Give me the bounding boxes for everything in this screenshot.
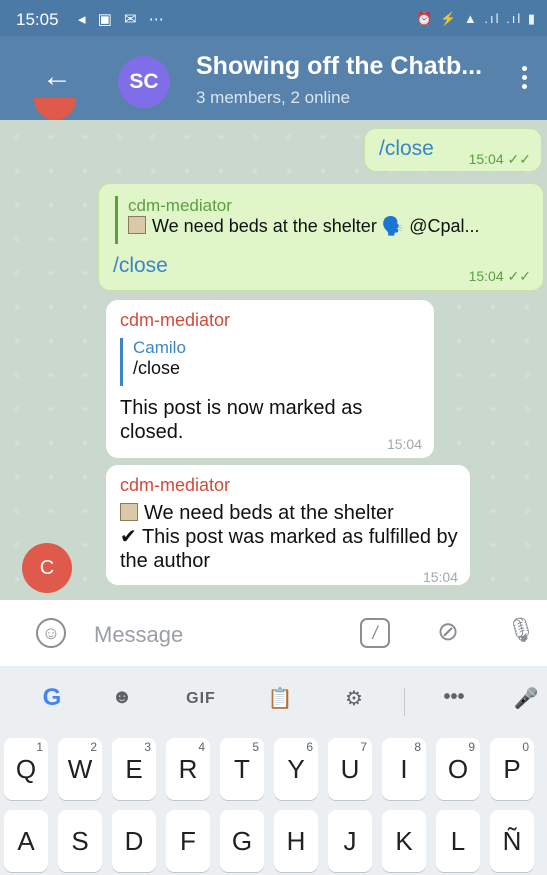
- gear-icon[interactable]: ⚙: [338, 686, 370, 718]
- key-n-tilde[interactable]: Ñ: [490, 810, 534, 872]
- message-text[interactable]: /close: [113, 254, 168, 278]
- outgoing-reply-message[interactable]: cdm-mediator We need beds at the shelter…: [98, 183, 544, 291]
- message-sender[interactable]: cdm-mediator: [120, 310, 230, 331]
- reply-sender: cdm-mediator: [128, 196, 232, 215]
- emoji-icon: ☺: [41, 623, 61, 643]
- chat-title[interactable]: Showing off the Chatb...: [196, 52, 482, 81]
- back-button[interactable]: ←: [42, 62, 78, 98]
- message-text: We need beds at the shelter ✔ This post …: [120, 502, 458, 572]
- status-notification-icons: ◂ ▣ ✉ ⋯: [78, 11, 168, 28]
- status-bar: 15:05 ◂ ▣ ✉ ⋯ ⏰ ⚡ ▲ .ıl .ıl ▮: [0, 0, 547, 36]
- key-u[interactable]: U7: [328, 738, 372, 800]
- message-time: 15:04 ✓✓: [468, 268, 531, 284]
- key-i[interactable]: I8: [382, 738, 426, 800]
- arrow-left-icon: ←: [42, 60, 72, 93]
- key-h[interactable]: H: [274, 810, 318, 872]
- key-w[interactable]: W2: [58, 738, 102, 800]
- slash-command-icon: /: [372, 623, 378, 643]
- attach-button[interactable]: ⊘: [432, 616, 464, 650]
- key-y[interactable]: Y6: [274, 738, 318, 800]
- message-input[interactable]: [94, 618, 344, 652]
- paperclip-icon: ⊘: [437, 616, 459, 646]
- screen: 15:05 ◂ ▣ ✉ ⋯ ⏰ ⚡ ▲ .ıl .ıl ▮ ← SC Showi…: [0, 0, 547, 875]
- key-p[interactable]: P0: [490, 738, 534, 800]
- clipboard-icon[interactable]: 📋: [264, 686, 296, 718]
- notebook-icon: [120, 503, 138, 521]
- ellipsis-icon[interactable]: •••: [438, 686, 470, 718]
- key-e[interactable]: E3: [112, 738, 156, 800]
- message-time: 15:04 ✓✓: [468, 151, 531, 167]
- keyboard-toolbar: G ☻ GIF 📋 ⚙ ••• 🎤: [0, 666, 547, 736]
- mic-icon: 🎙: [506, 617, 537, 644]
- double-check-icon: ✓✓: [507, 151, 531, 167]
- message-time: 15:04: [386, 436, 422, 452]
- key-l[interactable]: L: [436, 810, 480, 872]
- key-d[interactable]: D: [112, 810, 156, 872]
- on-screen-keyboard: G ☻ GIF 📋 ⚙ ••• 🎤 Q1 W2 E3 R4 T5 Y6 U7 I…: [0, 666, 547, 875]
- reply-text: /close: [133, 358, 181, 378]
- incoming-message[interactable]: cdm-mediator We need beds at the shelter…: [106, 465, 470, 585]
- message-text: This post is now marked as closed.: [120, 397, 363, 443]
- key-o[interactable]: O9: [436, 738, 480, 800]
- google-icon[interactable]: G: [36, 684, 68, 716]
- emoji-button[interactable]: ☺: [36, 618, 66, 648]
- message-time: 15:04: [422, 569, 458, 585]
- key-g[interactable]: G: [220, 810, 264, 872]
- keyboard-mic-icon[interactable]: 🎤: [510, 686, 542, 718]
- outgoing-message[interactable]: /close 15:04 ✓✓: [364, 128, 542, 172]
- key-r[interactable]: R4: [166, 738, 210, 800]
- key-a[interactable]: A: [4, 810, 48, 872]
- more-vert-icon: [517, 66, 531, 89]
- notebook-icon: [128, 216, 146, 234]
- toolbar-divider: [404, 688, 405, 716]
- reply-quote[interactable]: cdm-mediator We need beds at the shelter…: [115, 196, 535, 244]
- key-s[interactable]: S: [58, 810, 102, 872]
- double-check-icon: ✓✓: [507, 268, 531, 284]
- chat-header: ← SC Showing off the Chatb... 3 members,…: [0, 36, 547, 120]
- message-sender[interactable]: cdm-mediator: [120, 475, 230, 496]
- composer-bar: ☺ / ⊘ 🎙: [0, 600, 547, 666]
- key-k[interactable]: K: [382, 810, 426, 872]
- sticker-icon[interactable]: ☻: [106, 686, 138, 718]
- reply-text: We need beds at the shelter 🗣️ @Cpal...: [128, 216, 535, 237]
- voice-record-button[interactable]: 🎙: [506, 616, 536, 650]
- more-menu-button[interactable]: [517, 66, 531, 94]
- key-f[interactable]: F: [166, 810, 210, 872]
- key-j[interactable]: J: [328, 810, 372, 872]
- status-signal-icons: ⏰ ⚡ ▲ .ıl .ıl ▮: [416, 11, 537, 26]
- group-avatar[interactable]: SC: [118, 56, 170, 108]
- message-text[interactable]: /close: [379, 137, 434, 161]
- incoming-reply-message[interactable]: cdm-mediator Camilo /close This post is …: [106, 300, 434, 458]
- reply-sender: Camilo: [133, 338, 186, 357]
- key-t[interactable]: T5: [220, 738, 264, 800]
- status-time: 15:05: [16, 10, 59, 29]
- sender-avatar[interactable]: C: [22, 543, 72, 593]
- bot-commands-button[interactable]: /: [360, 618, 390, 648]
- chat-member-status: 3 members, 2 online: [196, 88, 351, 107]
- key-q[interactable]: Q1: [4, 738, 48, 800]
- reply-quote[interactable]: Camilo /close: [120, 338, 186, 386]
